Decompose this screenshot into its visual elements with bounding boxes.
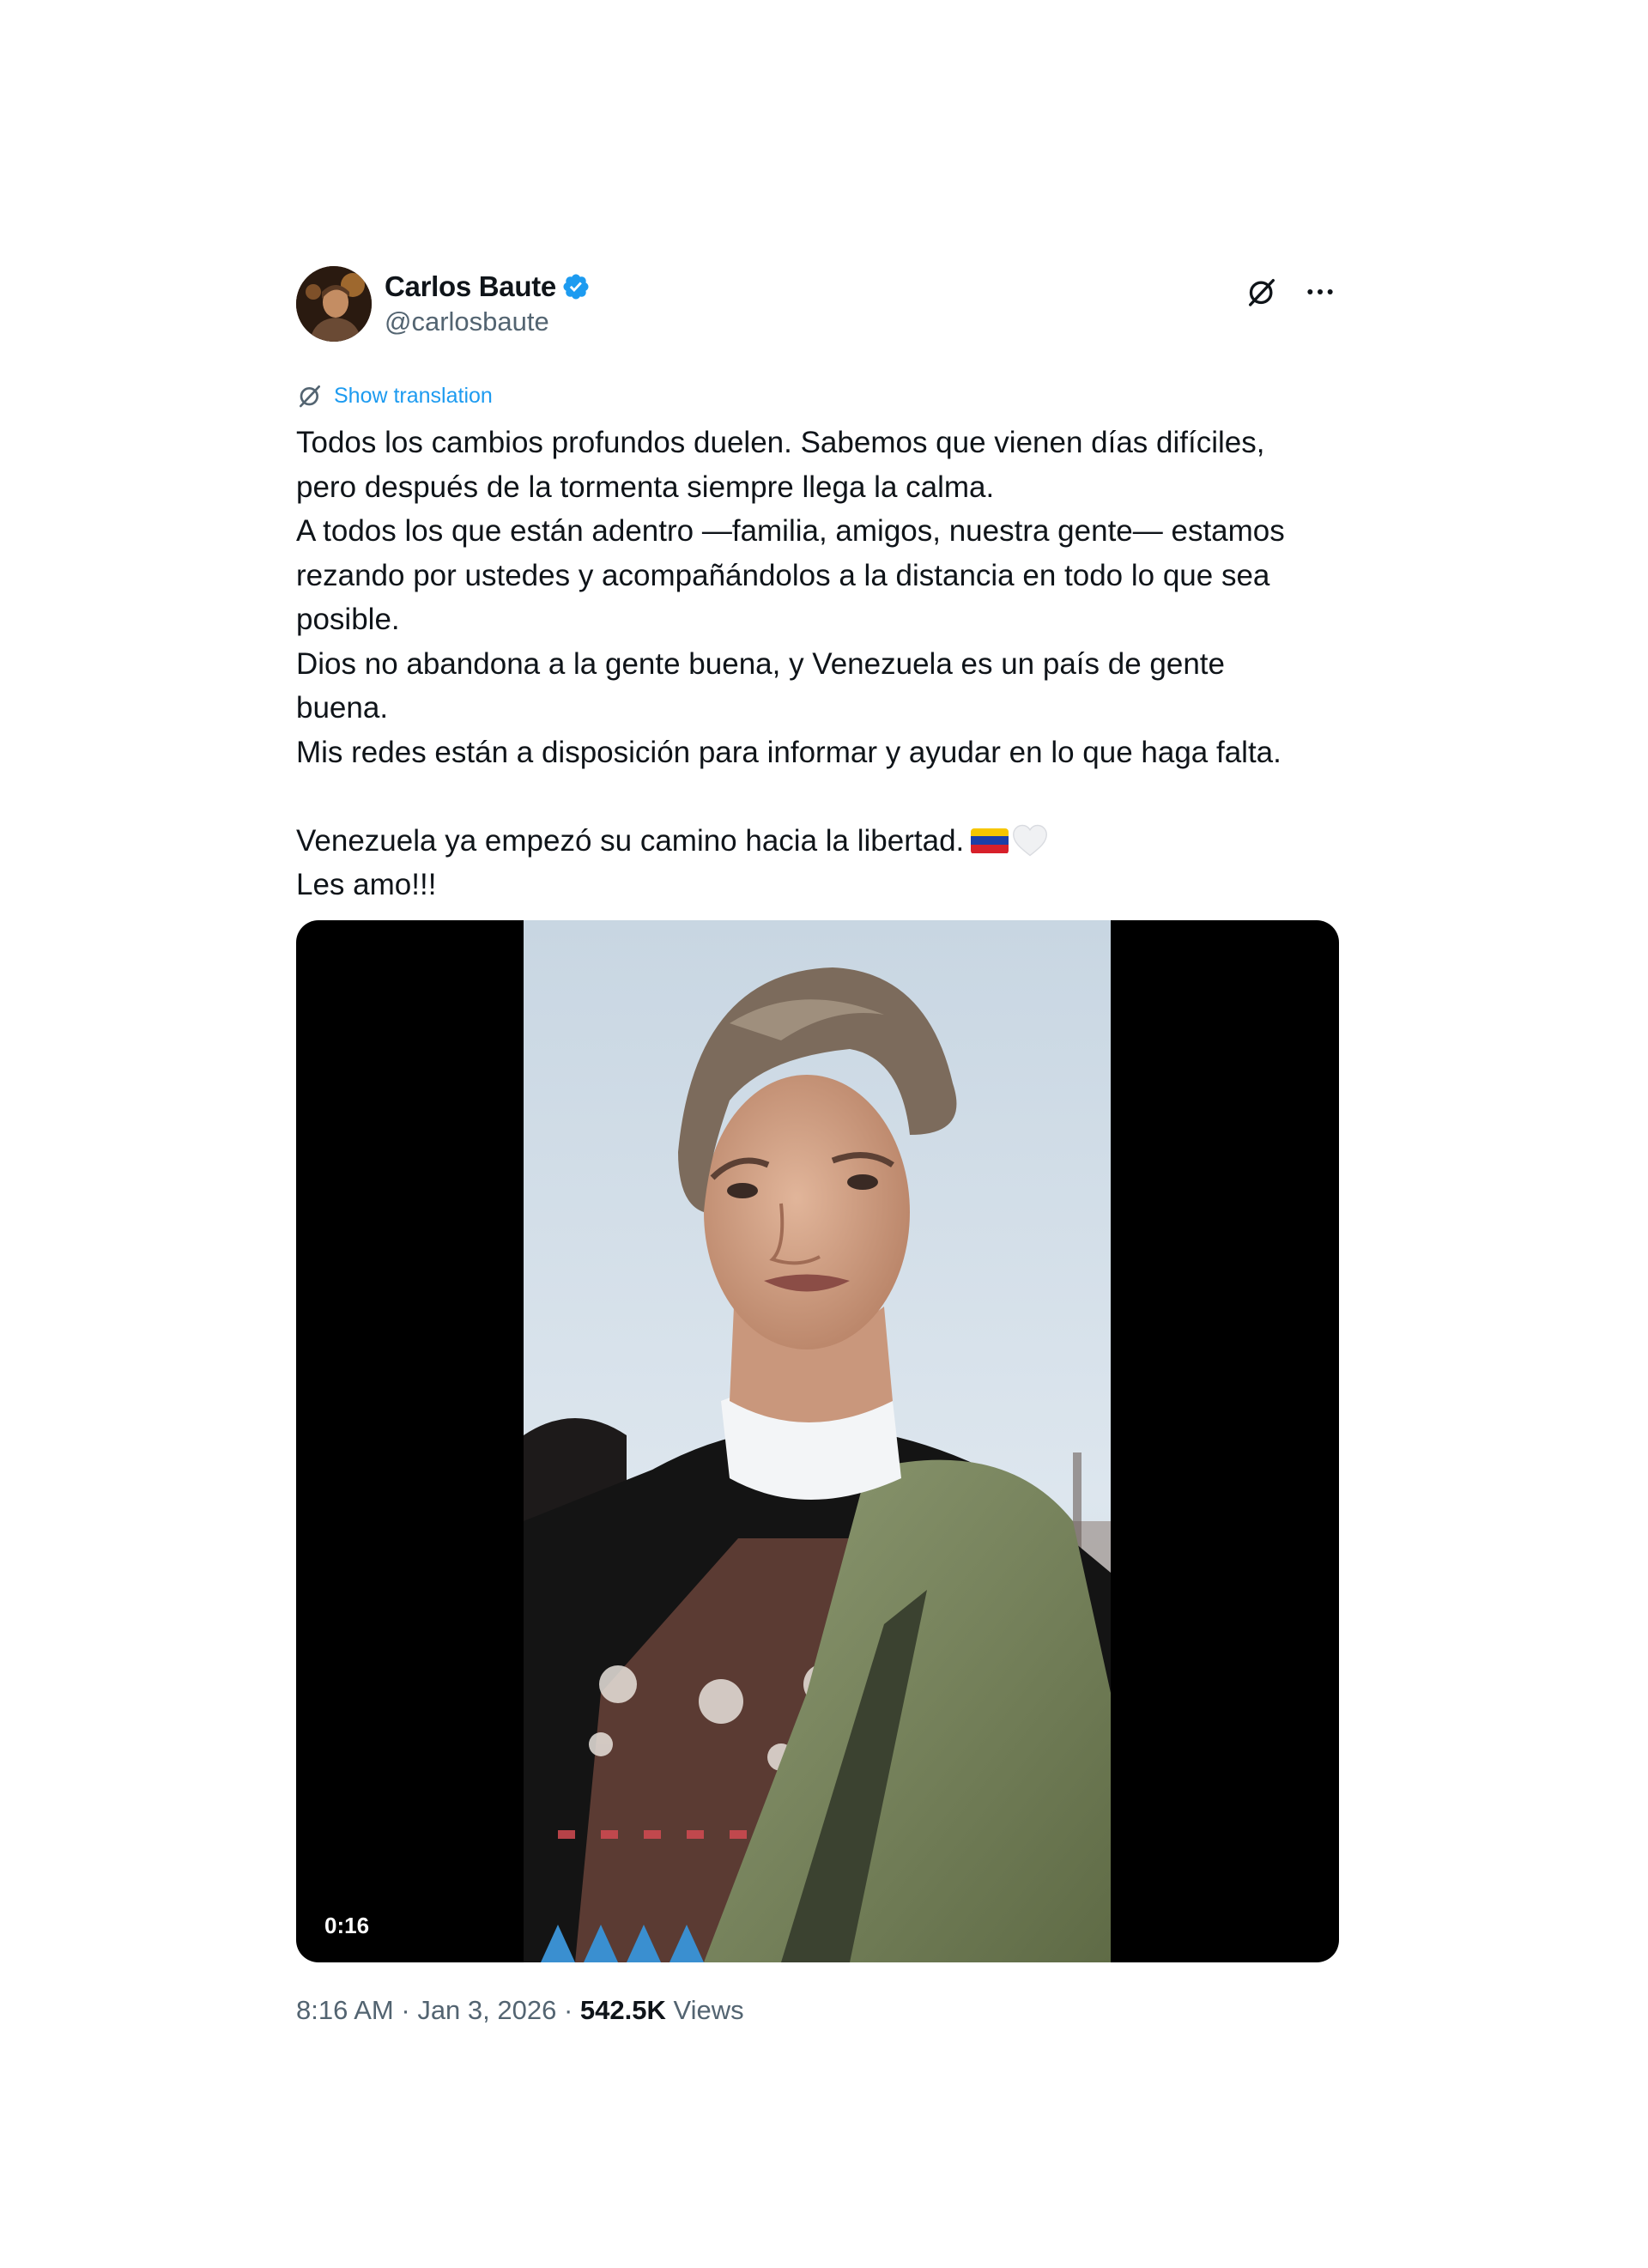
show-translation-link[interactable]: Show translation xyxy=(296,381,1339,410)
white-heart-emoji xyxy=(1012,823,1048,858)
post-card: Carlos Baute @carlosbaute Show translati… xyxy=(296,266,1339,2025)
views-count: 542.5K xyxy=(579,1995,666,2025)
post-time[interactable]: 8:16 AM xyxy=(296,1995,394,2025)
video-player[interactable]: 0:16 xyxy=(296,920,1339,1962)
venezuela-flag-emoji xyxy=(971,828,1009,854)
avatar[interactable] xyxy=(296,266,372,342)
meta-separator: · xyxy=(556,1995,580,2025)
post-closing-text: Les amo!!! xyxy=(296,868,437,901)
avatar-image xyxy=(296,266,372,342)
author-name[interactable]: Carlos Baute xyxy=(385,270,556,303)
grok-icon[interactable] xyxy=(1243,273,1281,311)
post-meta: 8:16 AM · Jan 3, 2026 · 542.5K Views xyxy=(296,1995,744,2026)
more-dots-icon[interactable] xyxy=(1301,273,1339,311)
post-header: Carlos Baute @carlosbaute xyxy=(296,266,1339,345)
video-duration-badge: 0:16 xyxy=(315,1907,379,1944)
post-date[interactable]: Jan 3, 2026 xyxy=(417,1995,556,2025)
translate-icon xyxy=(296,382,324,409)
post-body-text: Todos los cambios profundos duelen. Sabe… xyxy=(296,426,1285,858)
post-text: Todos los cambios profundos duelen. Sabe… xyxy=(296,421,1339,907)
video-thumbnail xyxy=(524,920,1111,1962)
author-block: Carlos Baute @carlosbaute xyxy=(385,268,591,337)
author-handle[interactable]: @carlosbaute xyxy=(385,306,591,337)
views-label: Views xyxy=(665,1995,744,2025)
author-row: Carlos Baute xyxy=(385,268,591,306)
verified-badge-icon[interactable] xyxy=(561,272,591,301)
meta-separator: · xyxy=(393,1995,418,2025)
show-translation-label[interactable]: Show translation xyxy=(334,384,493,409)
header-actions xyxy=(1243,273,1339,311)
